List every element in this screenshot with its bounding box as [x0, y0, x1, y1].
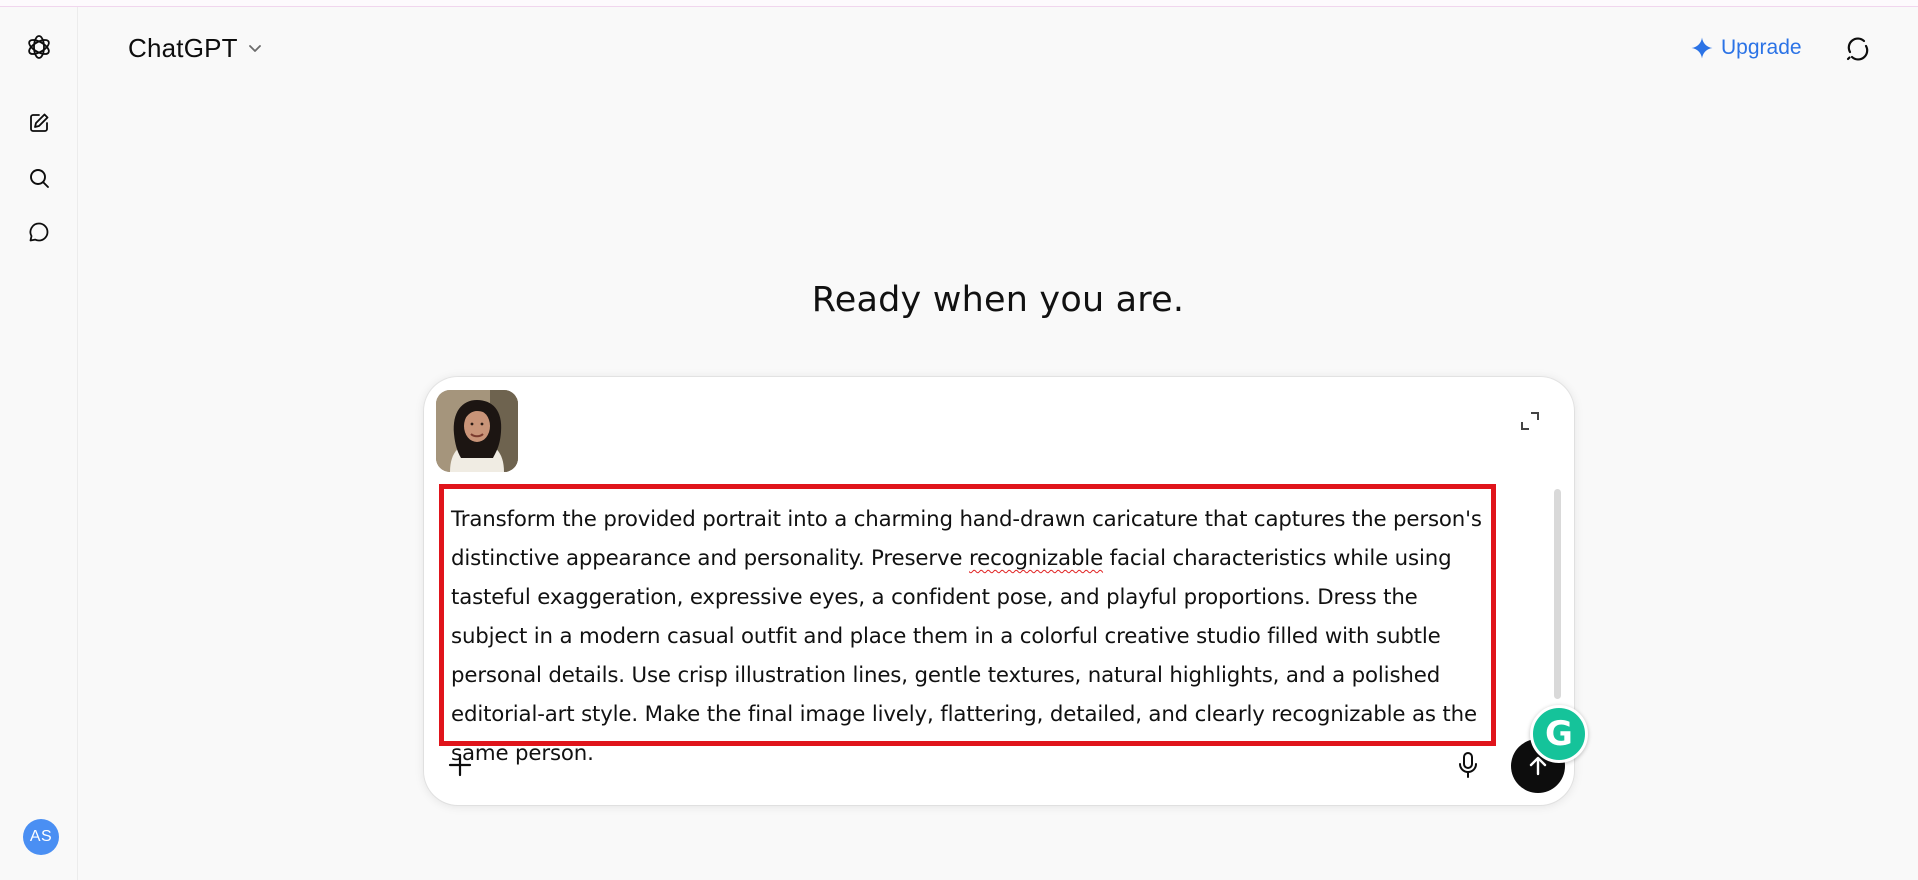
prompt-text-part: facial characteristics while using taste… [451, 546, 1477, 766]
chats-icon[interactable] [19, 212, 59, 252]
attached-image-thumbnail[interactable] [436, 390, 518, 472]
dictate-button[interactable] [1448, 745, 1488, 785]
chevron-down-icon [248, 45, 261, 52]
portrait-image [436, 390, 518, 472]
prompt-text: Transform the provided portrait into a c… [451, 500, 1485, 773]
openai-logo-icon[interactable] [19, 27, 59, 67]
new-chat-icon[interactable] [19, 103, 59, 143]
grammarly-icon[interactable]: G [1530, 705, 1588, 763]
avatar-initials: AS [29, 828, 53, 845]
model-name: ChatGPT [128, 32, 238, 63]
spellcheck-flagged-word[interactable]: recognizable [969, 546, 1103, 571]
sidebar: AS [0, 7, 78, 880]
expand-icon[interactable] [1516, 407, 1544, 435]
plus-icon [448, 753, 472, 777]
temporary-chat-icon[interactable] [1838, 29, 1878, 69]
top-border [0, 0, 1918, 7]
upgrade-label: Upgrade [1721, 36, 1802, 59]
page-title: Ready when you are. [811, 280, 1185, 320]
add-attachment-button[interactable] [440, 745, 480, 785]
microphone-icon [1459, 752, 1477, 778]
scrollbar-thumb[interactable] [1554, 489, 1561, 699]
prompt-scrollbar[interactable] [1552, 479, 1562, 739]
avatar[interactable]: AS [23, 819, 59, 855]
prompt-input[interactable]: Transform the provided portrait into a c… [439, 484, 1496, 766]
upgrade-button[interactable]: Upgrade [1690, 28, 1802, 68]
search-icon[interactable] [19, 158, 59, 198]
model-switcher[interactable]: ChatGPT [118, 28, 274, 68]
sparkle-icon [1691, 37, 1713, 59]
prompt-composer: Transform the provided portrait into a c… [424, 377, 1574, 805]
